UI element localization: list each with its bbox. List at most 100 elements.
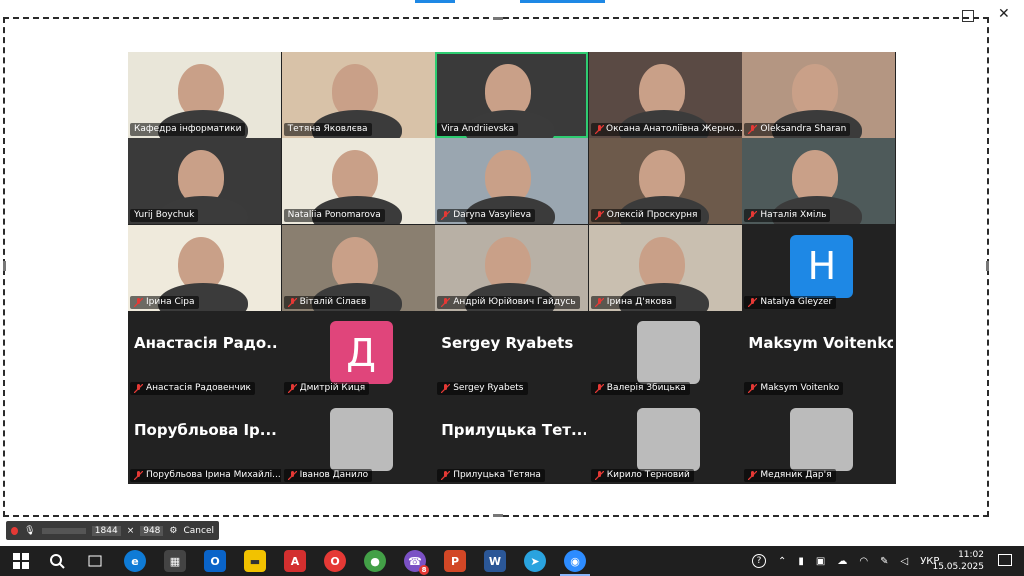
telegram-icon[interactable]: ➤ bbox=[524, 550, 546, 572]
participant-tile[interactable]: Олексій Проскурня bbox=[588, 138, 742, 225]
participant-tile[interactable]: Ірина Д'якова bbox=[588, 224, 742, 311]
participant-display-name: Порубльова Ір... bbox=[134, 420, 277, 439]
avatar bbox=[329, 407, 393, 471]
participant-tile[interactable]: Vira Andriievska bbox=[435, 52, 589, 138]
participant-tile[interactable]: Медяник Дар'я bbox=[742, 398, 895, 484]
camera-icon[interactable]: ▣ bbox=[816, 556, 825, 567]
participant-tile[interactable]: Oleksandra Sharan bbox=[742, 52, 896, 138]
resize-handle-bottom[interactable] bbox=[493, 514, 503, 517]
participant-tile[interactable]: Іванов Данило bbox=[282, 398, 435, 484]
notifications-icon[interactable] bbox=[998, 554, 1012, 566]
participant-name-bar: Daryna Vasylieva bbox=[437, 209, 536, 223]
participant-tile[interactable]: Валерія Збицька bbox=[589, 311, 742, 397]
participant-tile[interactable]: Наталія Хміль bbox=[742, 138, 896, 225]
width-field[interactable]: 1844 bbox=[91, 525, 121, 536]
avatar bbox=[636, 407, 700, 471]
desktop-screen: ✕ Кафедра інформатики Тетяна Яковлєва Vira… bbox=[0, 0, 1024, 546]
participant-display-name: Maksym Voitenko bbox=[748, 334, 894, 353]
muted-mic-icon bbox=[287, 297, 297, 307]
close-icon[interactable]: ✕ bbox=[998, 6, 1010, 22]
audio-level-bar bbox=[41, 527, 86, 534]
clock-date: 15.05.2025 bbox=[932, 562, 984, 572]
store-icon[interactable]: ▦ bbox=[164, 550, 186, 572]
record-icon[interactable] bbox=[11, 526, 19, 535]
participant-tile[interactable]: Кафедра інформатики bbox=[128, 52, 281, 138]
chevron-up-icon[interactable]: ⌃ bbox=[778, 556, 786, 567]
powerpoint-icon[interactable]: P bbox=[444, 550, 466, 572]
avatar: Д bbox=[329, 321, 393, 385]
participant-tile[interactable]: Анастасія Радо... Анастасія Радовенчик bbox=[128, 311, 281, 397]
speaker-icon[interactable]: ◁ bbox=[900, 556, 908, 567]
muted-mic-icon bbox=[748, 297, 758, 307]
opera-icon[interactable]: O bbox=[324, 550, 346, 572]
participant-tile[interactable]: Yurij Boychuk bbox=[128, 138, 281, 225]
recording-toolbar: 🎙 1844 × 948 ⚙ Cancel bbox=[6, 521, 219, 540]
resize-handle-left[interactable] bbox=[3, 261, 6, 271]
participant-tile[interactable]: Віталій Сілаєв bbox=[281, 224, 435, 311]
participant-name-bar: Oleksandra Sharan bbox=[744, 123, 851, 136]
participant-tile[interactable]: Прилуцька Тет... Прилуцька Тетяна bbox=[435, 398, 588, 484]
participant-tile[interactable]: Sergey Ryabets Sergey Ryabets bbox=[435, 311, 588, 397]
participant-name: Nataliia Ponomarova bbox=[287, 210, 381, 221]
windows-start-icon[interactable] bbox=[10, 550, 32, 572]
search-icon[interactable] bbox=[46, 550, 68, 572]
participant-name-bar: Наталія Хміль bbox=[744, 209, 831, 223]
participant-tile[interactable]: H Natalya Gleyzer bbox=[742, 225, 895, 311]
participant-name: Yurij Boychuk bbox=[134, 210, 195, 221]
height-field[interactable]: 948 bbox=[140, 525, 164, 536]
resize-handle-top[interactable] bbox=[493, 17, 503, 20]
task-view-icon[interactable] bbox=[84, 550, 106, 572]
word-icon[interactable]: W bbox=[484, 550, 506, 572]
wifi-icon[interactable]: ◠ bbox=[859, 556, 868, 567]
file-explorer-icon[interactable]: ▬ bbox=[244, 550, 266, 572]
participant-name: Валерія Збицька bbox=[606, 383, 686, 394]
clock[interactable]: 11:02 15.05.2025 bbox=[932, 549, 984, 573]
pen-icon[interactable]: ✎ bbox=[880, 556, 888, 567]
participant-tile[interactable]: Порубльова Ір... Порубльова Ірина Михайлі… bbox=[128, 398, 281, 484]
participant-name-bar: Maksym Voitenko bbox=[744, 382, 844, 396]
avatar bbox=[790, 407, 854, 471]
participant-name-bar: Ірина Сіра bbox=[130, 295, 199, 309]
muted-mic-icon bbox=[594, 470, 604, 480]
resize-handle-right[interactable] bbox=[986, 261, 989, 271]
muted-mic-icon bbox=[748, 384, 758, 394]
usb-icon[interactable]: ▮ bbox=[798, 556, 804, 567]
chrome-icon[interactable]: ● bbox=[364, 550, 386, 572]
participant-name: Медяник Дар'я bbox=[760, 469, 832, 480]
participant-display-name: Прилуцька Тет... bbox=[441, 420, 587, 439]
zoom-icon[interactable]: ◉ bbox=[564, 550, 586, 572]
participant-name: Віталій Сілаєв bbox=[299, 296, 367, 307]
participant-tile[interactable]: Maksym Voitenko Maksym Voitenko bbox=[742, 311, 895, 397]
acrobat-icon[interactable]: A bbox=[284, 550, 306, 572]
gear-icon[interactable]: ⚙ bbox=[169, 526, 177, 536]
edge-icon[interactable]: e bbox=[124, 550, 146, 572]
participant-name: Ірина Сіра bbox=[146, 296, 195, 307]
muted-mic-icon bbox=[287, 384, 297, 394]
participant-name-bar: Natalya Gleyzer bbox=[744, 295, 837, 309]
cloud-icon[interactable]: ☁ bbox=[837, 556, 847, 567]
outlook-icon[interactable]: O bbox=[204, 550, 226, 572]
help-icon[interactable]: ? bbox=[752, 554, 766, 568]
viber-icon[interactable]: ☎ 8 bbox=[404, 550, 429, 575]
cancel-button[interactable]: Cancel bbox=[184, 526, 215, 536]
participant-name: Vira Andriievska bbox=[441, 124, 515, 134]
participant-tile[interactable]: Кирило Терновий bbox=[589, 398, 742, 484]
participant-tile[interactable]: Daryna Vasylieva bbox=[435, 138, 589, 225]
participant-tile[interactable]: Тетяна Яковлєва bbox=[281, 52, 435, 138]
participant-name: Natalya Gleyzer bbox=[760, 296, 833, 307]
muted-mic-icon bbox=[441, 211, 451, 221]
participant-name: Кафедра інформатики bbox=[134, 124, 242, 134]
microphone-icon[interactable]: 🎙 bbox=[24, 526, 35, 536]
participant-name: Олексій Проскурня bbox=[606, 210, 698, 221]
participant-name-bar: Yurij Boychuk bbox=[130, 209, 199, 223]
muted-mic-icon bbox=[441, 470, 451, 480]
muted-mic-icon bbox=[594, 297, 604, 307]
participant-tile[interactable]: Д Дмитрій Киця bbox=[282, 311, 435, 397]
participant-tile[interactable]: Андрій Юрійович Гайдусь bbox=[435, 224, 589, 311]
avatar bbox=[636, 321, 700, 385]
participant-name: Ірина Д'якова bbox=[606, 296, 672, 307]
participant-tile[interactable]: Оксана Анатоліївна Жерно... bbox=[588, 52, 742, 138]
participant-tile[interactable]: Ірина Сіра bbox=[128, 224, 281, 311]
windows-taskbar: e ▦ O ▬ A O ● ☎ 8 P W ➤ ◉ ? ⌃ ▮ ▣ ☁ ◠ ✎ ◁… bbox=[0, 546, 1024, 576]
participant-tile[interactable]: Nataliia Ponomarova bbox=[281, 138, 435, 225]
